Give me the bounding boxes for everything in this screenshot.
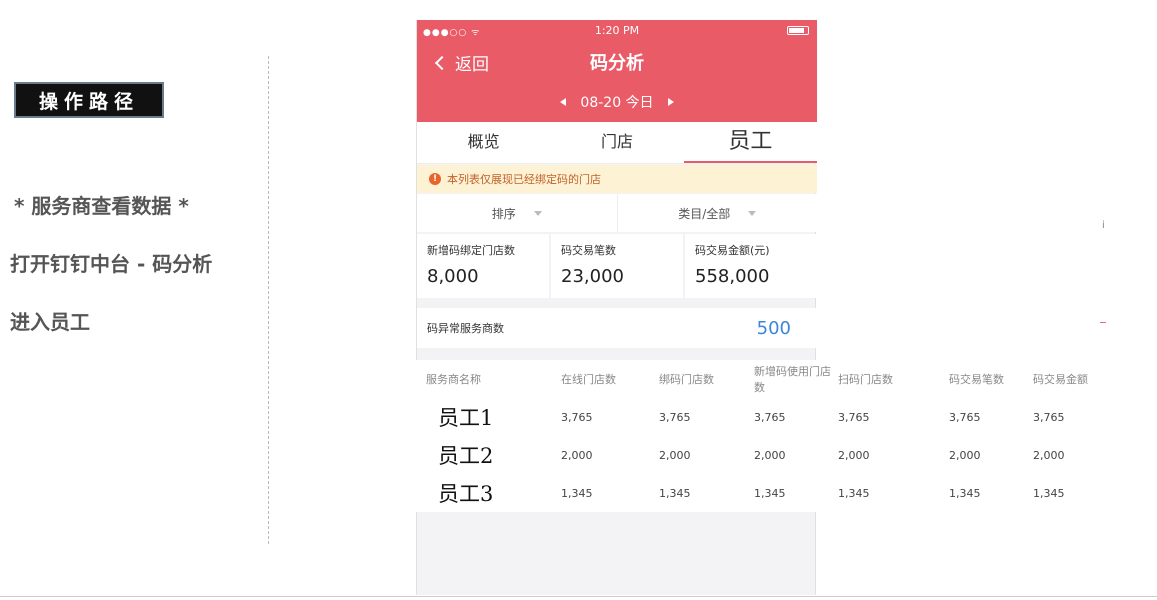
notice-text: 本列表仅展现已经绑定码的门店 xyxy=(447,173,601,186)
date-selector: 08-20 今日 xyxy=(417,92,817,112)
col-header: 在线门店数 xyxy=(561,373,616,386)
sort-label: 排序 xyxy=(491,206,516,221)
col-header: 码交易笔数 xyxy=(949,373,1004,386)
table-cell: 1,345 xyxy=(949,486,981,500)
employee-name: 员工2 xyxy=(438,444,494,468)
notice-bar: ! 本列表仅展现已经绑定码的门店 xyxy=(417,165,817,193)
stat-label: 新增码绑定门店数 xyxy=(427,244,515,257)
next-date-icon[interactable] xyxy=(667,98,674,106)
stat-value: 8,000 xyxy=(427,266,479,287)
stat-label: 码交易笔数 xyxy=(561,244,616,257)
status-time: 1:20 PM xyxy=(594,24,640,37)
page-title: 码分析 xyxy=(590,53,644,74)
employee-table: 服务商名称 在线门店数 绑码门店数 新增码使用门店数 扫码门店数 码交易笔数 码… xyxy=(416,360,1104,512)
table-row[interactable]: 员工1 3,765 3,765 3,765 3,765 3,765 3,765 xyxy=(416,398,1104,436)
abnormal-providers-row[interactable]: 码异常服务商数 500 xyxy=(417,308,817,348)
table-cell: 2,000 xyxy=(949,448,981,462)
table-row[interactable]: 员工2 2,000 2,000 2,000 2,000 2,000 2,000 xyxy=(416,436,1104,474)
col-header: 绑码门店数 xyxy=(659,373,714,386)
category-dropdown[interactable]: 类目/全部 xyxy=(616,194,818,232)
stat-label: 码交易金额(元) xyxy=(695,244,770,257)
table-cell: 1,345 xyxy=(659,486,691,500)
stats-row: 新增码绑定门店数 8,000 码交易笔数 23,000 码交易金额(元) 558… xyxy=(417,234,817,298)
tab-bar: 概览 门店 员工 xyxy=(417,122,817,164)
prev-date-icon[interactable] xyxy=(560,98,567,106)
table-cell: 1,345 xyxy=(561,486,593,500)
abnormal-label: 码异常服务商数 xyxy=(427,322,504,335)
bottom-divider xyxy=(0,596,1157,597)
stat-transaction-count: 码交易笔数 23,000 xyxy=(551,234,683,298)
tab-stores[interactable]: 门店 xyxy=(550,122,683,163)
status-bar: ●●●○○ ᯤ 1:20 PM xyxy=(417,23,817,39)
operation-path-tag: 操作路径 xyxy=(14,82,164,118)
table-row[interactable]: 员工3 1,345 1,345 1,345 1,345 1,345 1,345 xyxy=(416,474,1104,512)
tab-employees[interactable]: 员工 xyxy=(683,122,817,163)
annotation-line-3: 进入员工 xyxy=(10,310,90,334)
table-cell: 2,000 xyxy=(659,448,691,462)
annotation-line-1: * 服务商查看数据 * xyxy=(14,194,189,218)
chevron-down-icon xyxy=(533,210,542,216)
stat-transaction-amount: 码交易金额(元) 558,000 xyxy=(685,234,817,298)
table-cell: 2,000 xyxy=(561,448,593,462)
current-date[interactable]: 08-20 今日 xyxy=(580,92,653,112)
table-cell: 1,345 xyxy=(754,486,786,500)
filter-bar: 排序 类目/全部 xyxy=(417,194,817,232)
table-cell: 3,765 xyxy=(949,410,981,424)
table-cell: 1,345 xyxy=(838,486,870,500)
employee-name: 员工1 xyxy=(438,406,494,430)
table-cell: 3,765 xyxy=(1033,410,1065,424)
col-header: 码交易金额 xyxy=(1033,373,1088,386)
abnormal-value: 500 xyxy=(756,317,791,339)
edge-mark: ⅰ xyxy=(1102,220,1105,231)
table-header: 服务商名称 在线门店数 绑码门店数 新增码使用门店数 扫码门店数 码交易笔数 码… xyxy=(416,360,1104,398)
app-header: ●●●○○ ᯤ 1:20 PM 返回 码分析 08-20 今日 xyxy=(417,20,817,122)
sort-dropdown[interactable]: 排序 xyxy=(417,194,617,232)
table-cell: 3,765 xyxy=(754,410,786,424)
col-header: 扫码门店数 xyxy=(838,373,893,386)
chevron-down-icon xyxy=(748,210,757,216)
category-label: 类目/全部 xyxy=(678,206,731,221)
battery-icon xyxy=(787,26,809,35)
table-cell: 3,765 xyxy=(659,410,691,424)
warning-icon: ! xyxy=(429,173,441,185)
tab-overview[interactable]: 概览 xyxy=(417,122,550,163)
table-cell: 3,765 xyxy=(561,410,593,424)
table-cell: 2,000 xyxy=(838,448,870,462)
col-header: 新增码使用门店数 xyxy=(754,365,831,394)
stat-value: 558,000 xyxy=(695,266,770,287)
table-cell: 1,345 xyxy=(1033,486,1065,500)
stat-new-bound-stores: 新增码绑定门店数 8,000 xyxy=(417,234,549,298)
annotation-line-2: 打开钉钉中台 - 码分析 xyxy=(10,252,213,276)
col-header: 服务商名称 xyxy=(426,373,481,386)
table-cell: 2,000 xyxy=(754,448,786,462)
employee-name: 员工3 xyxy=(438,482,494,506)
divider-dashed xyxy=(268,56,269,544)
table-cell: 2,000 xyxy=(1033,448,1065,462)
stat-value: 23,000 xyxy=(561,266,624,287)
table-cell: 3,765 xyxy=(838,410,870,424)
edge-red-mark xyxy=(1100,322,1106,323)
